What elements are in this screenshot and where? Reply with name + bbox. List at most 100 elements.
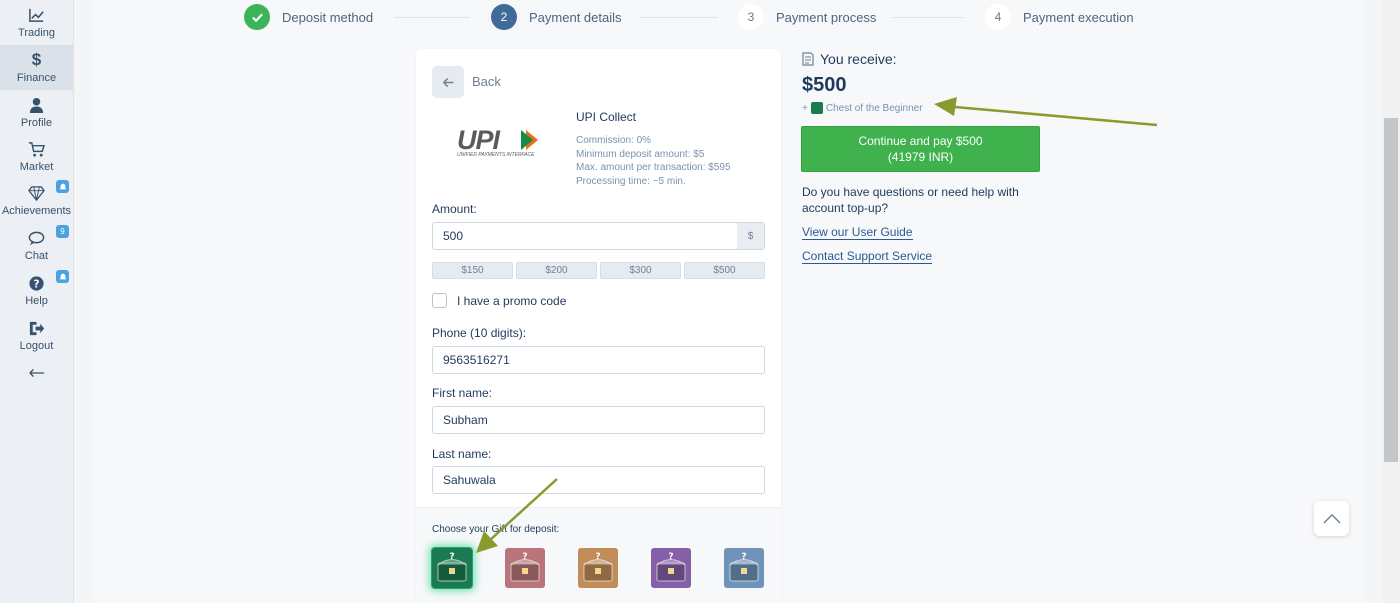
chest-icon: ? [656, 552, 686, 582]
sidebar-item-market[interactable]: Market [0, 135, 73, 178]
chest-icon: ? [437, 552, 467, 582]
promo-code-label[interactable]: I have a promo code [457, 294, 566, 308]
pay-button-line1: Continue and pay $500 [858, 134, 983, 148]
sidebar: Trading $ Finance Profile Market Achieve… [0, 0, 74, 603]
upi-logo-text: UPI [457, 125, 501, 155]
method-info: Commission: 0% Minimum deposit amount: $… [576, 134, 731, 188]
step-label: Payment process [776, 9, 877, 25]
support-link[interactable]: Contact Support Service [802, 249, 933, 264]
sidebar-item-profile[interactable]: Profile [0, 90, 73, 135]
sidebar-item-trading[interactable]: Trading [0, 0, 73, 45]
chevron-up-icon [1322, 513, 1341, 524]
cart-icon [27, 140, 47, 158]
sidebar-item-chat[interactable]: Chat 9 [0, 223, 73, 268]
chest-icon: ? [729, 552, 759, 582]
back-button[interactable] [432, 66, 464, 98]
bonus-prefix: + [802, 102, 808, 114]
method-title: UPI Collect [576, 110, 637, 124]
chest-icon: ? [510, 552, 540, 582]
quick-amount-300-button[interactable]: $300 [600, 262, 681, 279]
question-icon: ? [27, 274, 47, 292]
chat-unread-badge: 9 [56, 225, 69, 238]
method-min-deposit: Minimum deposit amount: $5 [576, 148, 705, 160]
step-label: Payment details [529, 9, 622, 25]
svg-text:?: ? [449, 552, 454, 562]
first-name-label: First name: [432, 386, 493, 400]
promo-code-checkbox[interactable] [432, 293, 447, 308]
quick-amount-200-button[interactable]: $200 [516, 262, 597, 279]
sidebar-item-label: Achievements [1, 205, 72, 217]
receive-bonus: + Chest of the Beginner [802, 102, 923, 114]
continue-pay-button[interactable]: Continue and pay $500 (41979 INR) [801, 126, 1040, 172]
svg-text:?: ? [522, 552, 527, 562]
green-chest[interactable]: ? [432, 548, 472, 588]
help-text: Do you have questions or need help with … [802, 185, 1019, 215]
step-deposit-method: Deposit method [244, 4, 373, 30]
currency-symbol: $ [737, 222, 765, 250]
upi-logo: UPI UNIFIED PAYMENTS INTERFACE [456, 125, 542, 159]
page-scrollbar[interactable] [1382, 0, 1400, 603]
purple-chest[interactable]: ? [651, 548, 691, 588]
scrollbar-thumb[interactable] [1384, 118, 1398, 462]
svg-text:?: ? [668, 552, 673, 562]
sidebar-item-label: Chat [24, 250, 49, 262]
last-name-label: Last name: [432, 447, 492, 461]
sidebar-item-label: Trading [18, 27, 55, 39]
phone-label: Phone (10 digits): [432, 326, 527, 340]
payment-details-card: Back UPI UNIFIED PAYMENTS INTERFACE UPI … [416, 49, 781, 603]
pink-chest[interactable]: ? [505, 548, 545, 588]
pay-button-line2: (41979 INR) [887, 150, 954, 164]
sidebar-item-label: Finance [16, 72, 57, 84]
arrow-left-icon[interactable] [0, 358, 73, 388]
arrow-left-icon [442, 77, 453, 87]
method-processing-time: Processing time: ~5 min. [576, 175, 686, 187]
sidebar-item-label: Logout [19, 340, 54, 352]
step-label: Deposit method [282, 9, 374, 25]
step-connector [394, 17, 470, 18]
step-number: 2 [491, 4, 517, 30]
sidebar-item-label: Profile [20, 117, 53, 129]
step-payment-process: 3 Payment process [738, 4, 876, 30]
scroll-top-button[interactable] [1314, 501, 1349, 536]
user-guide-link[interactable]: View our User Guide [802, 225, 913, 240]
last-name-input[interactable]: Sahuwala [432, 466, 765, 494]
orange-chest[interactable]: ? [578, 548, 618, 588]
amount-label: Amount: [432, 202, 477, 216]
bonus-name: Chest of the Beginner [825, 102, 923, 114]
receive-amount: $500 [802, 74, 847, 96]
phone-input[interactable]: 9563516271 [432, 346, 765, 374]
method-commission: Commission: 0% [576, 135, 652, 146]
amount-input[interactable]: 500 [432, 222, 738, 250]
upi-logo-subtitle: UNIFIED PAYMENTS INTERFACE [457, 152, 535, 158]
logout-icon [27, 319, 47, 337]
sidebar-item-label: Market [19, 161, 54, 173]
sidebar-item-logout[interactable]: Logout [0, 313, 73, 358]
sidebar-item-help[interactable]: ? Help [0, 268, 73, 313]
dollar-icon: $ [31, 50, 42, 69]
step-connector [640, 17, 718, 18]
svg-text:?: ? [741, 552, 746, 562]
first-name-input[interactable]: Subham [432, 406, 765, 434]
quick-amount-500-button[interactable]: $500 [684, 262, 765, 279]
chest-icon [810, 102, 823, 114]
check-icon [244, 4, 270, 30]
gift-section: Choose your Gift for deposit: ????? [416, 507, 781, 603]
svg-text:?: ? [33, 278, 39, 290]
step-number: 3 [738, 4, 764, 30]
receipt-icon [802, 52, 814, 66]
back-link[interactable]: Back [472, 74, 501, 89]
quick-amount-150-button[interactable]: $150 [432, 262, 513, 279]
gift-label: Choose your Gift for deposit: [432, 524, 560, 535]
step-connector [892, 17, 964, 18]
method-max-amount: Max. amount per transaction: $595 [576, 162, 731, 173]
step-label: Payment execution [1023, 9, 1134, 25]
sidebar-item-achievements[interactable]: Achievements [0, 178, 73, 223]
blue-chest[interactable]: ? [724, 548, 764, 588]
user-icon [27, 96, 47, 114]
step-number: 4 [985, 4, 1011, 30]
sidebar-item-label: Help [25, 295, 48, 307]
step-payment-details: 2 Payment details [491, 4, 622, 30]
chest-icon: ? [583, 552, 613, 582]
sidebar-item-finance[interactable]: $ Finance [0, 45, 73, 90]
bell-icon [56, 180, 69, 193]
